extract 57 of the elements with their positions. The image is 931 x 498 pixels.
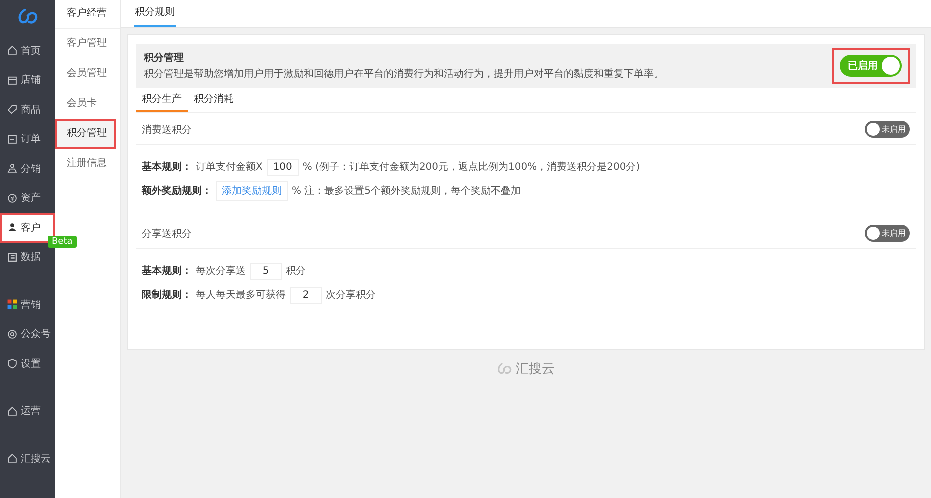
subnav-title: 客户经营	[55, 0, 120, 29]
page-tab[interactable]: 积分规则	[134, 0, 176, 27]
home-icon	[7, 406, 18, 417]
rule-label: 基本规则：	[142, 160, 192, 174]
sidebar-item[interactable]: 营销	[0, 290, 55, 320]
rule-label: 额外奖励规则：	[142, 184, 212, 198]
people-icon	[7, 163, 18, 174]
store-icon	[7, 74, 18, 86]
rule-label: 限制规则：	[142, 288, 192, 302]
rule-text: 订单支付金额X	[196, 160, 263, 174]
panel-title: 积分管理	[144, 52, 185, 65]
user-icon	[7, 222, 18, 234]
toggle-switch[interactable]: 未启用	[865, 225, 910, 242]
home-icon	[7, 45, 18, 56]
sidebar-item[interactable]: 分销	[0, 154, 55, 184]
sidebar-item[interactable]: 设置	[0, 349, 55, 378]
sidebar-item[interactable]: 运营	[0, 396, 55, 426]
rule-text: 次分享积分	[326, 288, 376, 302]
input-field[interactable]: 2	[290, 286, 322, 304]
sidebar-item[interactable]: 店铺	[0, 66, 55, 95]
logo-icon	[497, 363, 513, 375]
sidebar-item[interactable]: 资产	[0, 184, 55, 213]
rule-label: 基本规则：	[142, 264, 192, 278]
beta-badge: Beta	[48, 236, 77, 248]
rule-text: 积分	[286, 265, 306, 278]
shield-icon	[7, 358, 18, 370]
list-icon	[7, 252, 18, 263]
sidebar-item[interactable]: 首页	[0, 36, 55, 66]
grid-icon	[7, 299, 18, 310]
document-icon	[7, 134, 18, 145]
yen-icon	[7, 192, 18, 204]
subnav-item[interactable]: 注册信息	[55, 149, 116, 179]
sidebar-item[interactable]: 订单	[0, 124, 55, 154]
tab[interactable]: 积分消耗	[188, 88, 240, 112]
input-field[interactable]: 5	[250, 262, 282, 280]
sidebar-item[interactable]: 商品	[0, 95, 55, 124]
subnav-item[interactable]: 积分管理	[55, 119, 116, 149]
rule-text: % 注：最多设置5个额外奖励规则，每个奖励不叠加	[292, 184, 522, 198]
rule-text: 每次分享送	[196, 264, 246, 278]
rule-text: % (例子：订单支付金额为200元，返点比例为100%，消费送积分是200分)	[302, 160, 640, 174]
section-title: 分享送积分	[142, 228, 192, 240]
subnav-item[interactable]: 会员卡	[55, 89, 116, 119]
footer-brand: 汇搜云	[516, 361, 555, 378]
home-icon	[7, 453, 18, 464]
sidebar-item[interactable]: 公众号	[0, 320, 55, 349]
toggle-switch[interactable]: 未启用	[865, 121, 910, 138]
tab[interactable]: 积分生产	[136, 88, 188, 112]
logo-icon	[16, 8, 38, 26]
input-field[interactable]: 100	[266, 158, 299, 176]
rule-text: 每人每天最多可获得	[196, 288, 286, 302]
tag-icon	[7, 104, 18, 116]
panel-description: 积分管理是帮助您增加用户用于激励和回德用户在平台的消费行为和活动行为，提升用户对平台的黏度和重复下单率。	[144, 68, 664, 81]
sidebar-item[interactable]: 汇搜云	[0, 444, 55, 474]
subnav-item[interactable]: 客户管理	[55, 29, 116, 59]
section-title: 消费送积分	[142, 124, 192, 136]
add-rule-link[interactable]: 添加奖励规则	[216, 181, 288, 201]
subnav-item[interactable]: 会员管理	[55, 59, 116, 89]
